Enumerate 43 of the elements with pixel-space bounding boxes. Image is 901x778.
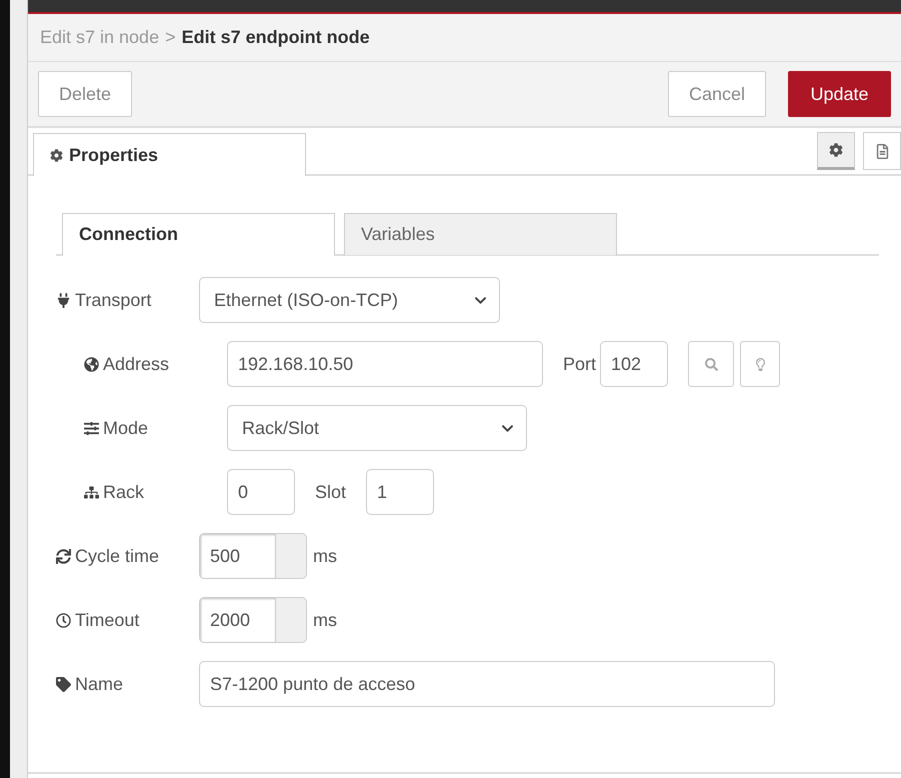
tab[interactable]: Properties bbox=[33, 133, 306, 176]
action-button[interactable]: Cancel bbox=[668, 71, 766, 117]
settings-tab[interactable] bbox=[817, 132, 855, 170]
dropdown[interactable]: Rack/Slot bbox=[227, 405, 527, 451]
port-field[interactable]: 102 bbox=[600, 341, 668, 387]
field-label: Cycle time bbox=[75, 544, 160, 568]
tag-icon bbox=[56, 676, 71, 692]
tab[interactable]: Connection bbox=[62, 213, 335, 256]
number-spinner[interactable]: 500 bbox=[199, 533, 307, 579]
lightbulb-icon bbox=[754, 358, 767, 370]
number-spinner[interactable]: 2000 bbox=[199, 597, 307, 643]
unit-label: ms bbox=[313, 544, 337, 568]
sliders-icon bbox=[84, 420, 99, 436]
breadcrumb-separator: > bbox=[165, 26, 176, 49]
field-label: Transport bbox=[75, 288, 152, 312]
primary-button[interactable]: Update bbox=[788, 71, 891, 117]
gear-icon bbox=[829, 143, 843, 157]
plug-icon bbox=[56, 292, 71, 308]
address-field[interactable]: 192.168.10.50 bbox=[227, 341, 543, 387]
gear-icon bbox=[50, 148, 63, 162]
name-field[interactable]: S7-1200 punto de acceso bbox=[199, 661, 775, 707]
clock-icon bbox=[56, 612, 71, 628]
dropdown[interactable]: Ethernet (ISO-on-TCP) bbox=[199, 277, 500, 323]
globe-icon bbox=[84, 356, 99, 372]
action-button[interactable]: Delete bbox=[38, 71, 132, 117]
sitemap-icon bbox=[84, 484, 99, 500]
document-tab[interactable] bbox=[863, 132, 901, 170]
field-label: Address bbox=[103, 352, 170, 376]
tab[interactable]: Variables bbox=[344, 213, 617, 256]
field-label: Name bbox=[75, 672, 124, 696]
field-label: Mode bbox=[103, 416, 148, 440]
slot-label: Slot bbox=[315, 480, 346, 504]
document-icon bbox=[874, 144, 890, 158]
search-button[interactable] bbox=[688, 341, 734, 387]
rack-field[interactable]: 0 bbox=[227, 469, 295, 515]
field-label: Timeout bbox=[75, 608, 140, 632]
refresh-icon bbox=[56, 548, 71, 564]
slot-field[interactable]: 1 bbox=[366, 469, 434, 515]
unit-label: ms bbox=[313, 608, 337, 632]
field-label: Rack bbox=[103, 480, 144, 504]
dialog-title: Edit s7 endpoint node bbox=[182, 26, 370, 49]
search-icon bbox=[704, 358, 718, 370]
port-label: Port bbox=[563, 352, 596, 376]
